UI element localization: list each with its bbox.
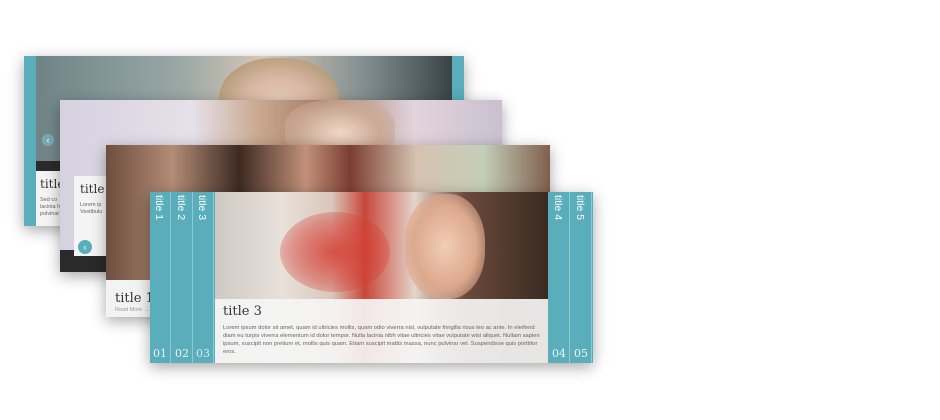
tab-title-1[interactable]: title 1 01 — [150, 192, 171, 363]
tab-label: title 4 — [552, 195, 564, 221]
tab-label: title 1 — [153, 195, 165, 221]
slider-main: title 1 01 title 2 02 title 3 03 title 3… — [150, 192, 593, 363]
caption-title: title 1 — [115, 291, 154, 306]
tab-title-2[interactable]: title 2 02 — [172, 192, 193, 363]
tab-number: 05 — [574, 347, 588, 360]
tab-title-3[interactable]: title 3 03 — [193, 192, 214, 363]
tab-label: title 5 — [574, 195, 586, 221]
tab-number: 01 — [153, 347, 167, 360]
caption-text: Lorem ipsum dolor sit amet, quam id ultr… — [223, 325, 540, 355]
tab-strip-left — [24, 56, 36, 226]
caption-title: title — [80, 182, 105, 196]
tab-label: title 2 — [175, 195, 187, 221]
tab-label: title 3 — [196, 195, 208, 221]
caption-title: title 3 — [223, 304, 262, 319]
slide-photo-subject — [405, 194, 485, 299]
prev-arrow-icon[interactable]: ‹ — [42, 134, 54, 146]
slide-photo-detail — [280, 212, 390, 292]
caption-box: title 3 Lorem ipsum dolor sit amet, quam… — [215, 299, 548, 363]
prev-arrow-icon[interactable]: ‹ — [78, 240, 92, 254]
tab-title-5[interactable]: title 5 05 — [571, 192, 592, 363]
tab-number: 04 — [552, 347, 566, 360]
tab-number: 03 — [196, 347, 210, 360]
tab-number: 02 — [175, 347, 189, 360]
tab-title-4[interactable]: title 4 04 — [549, 192, 570, 363]
read-more-link[interactable]: Read More → — [115, 307, 149, 314]
